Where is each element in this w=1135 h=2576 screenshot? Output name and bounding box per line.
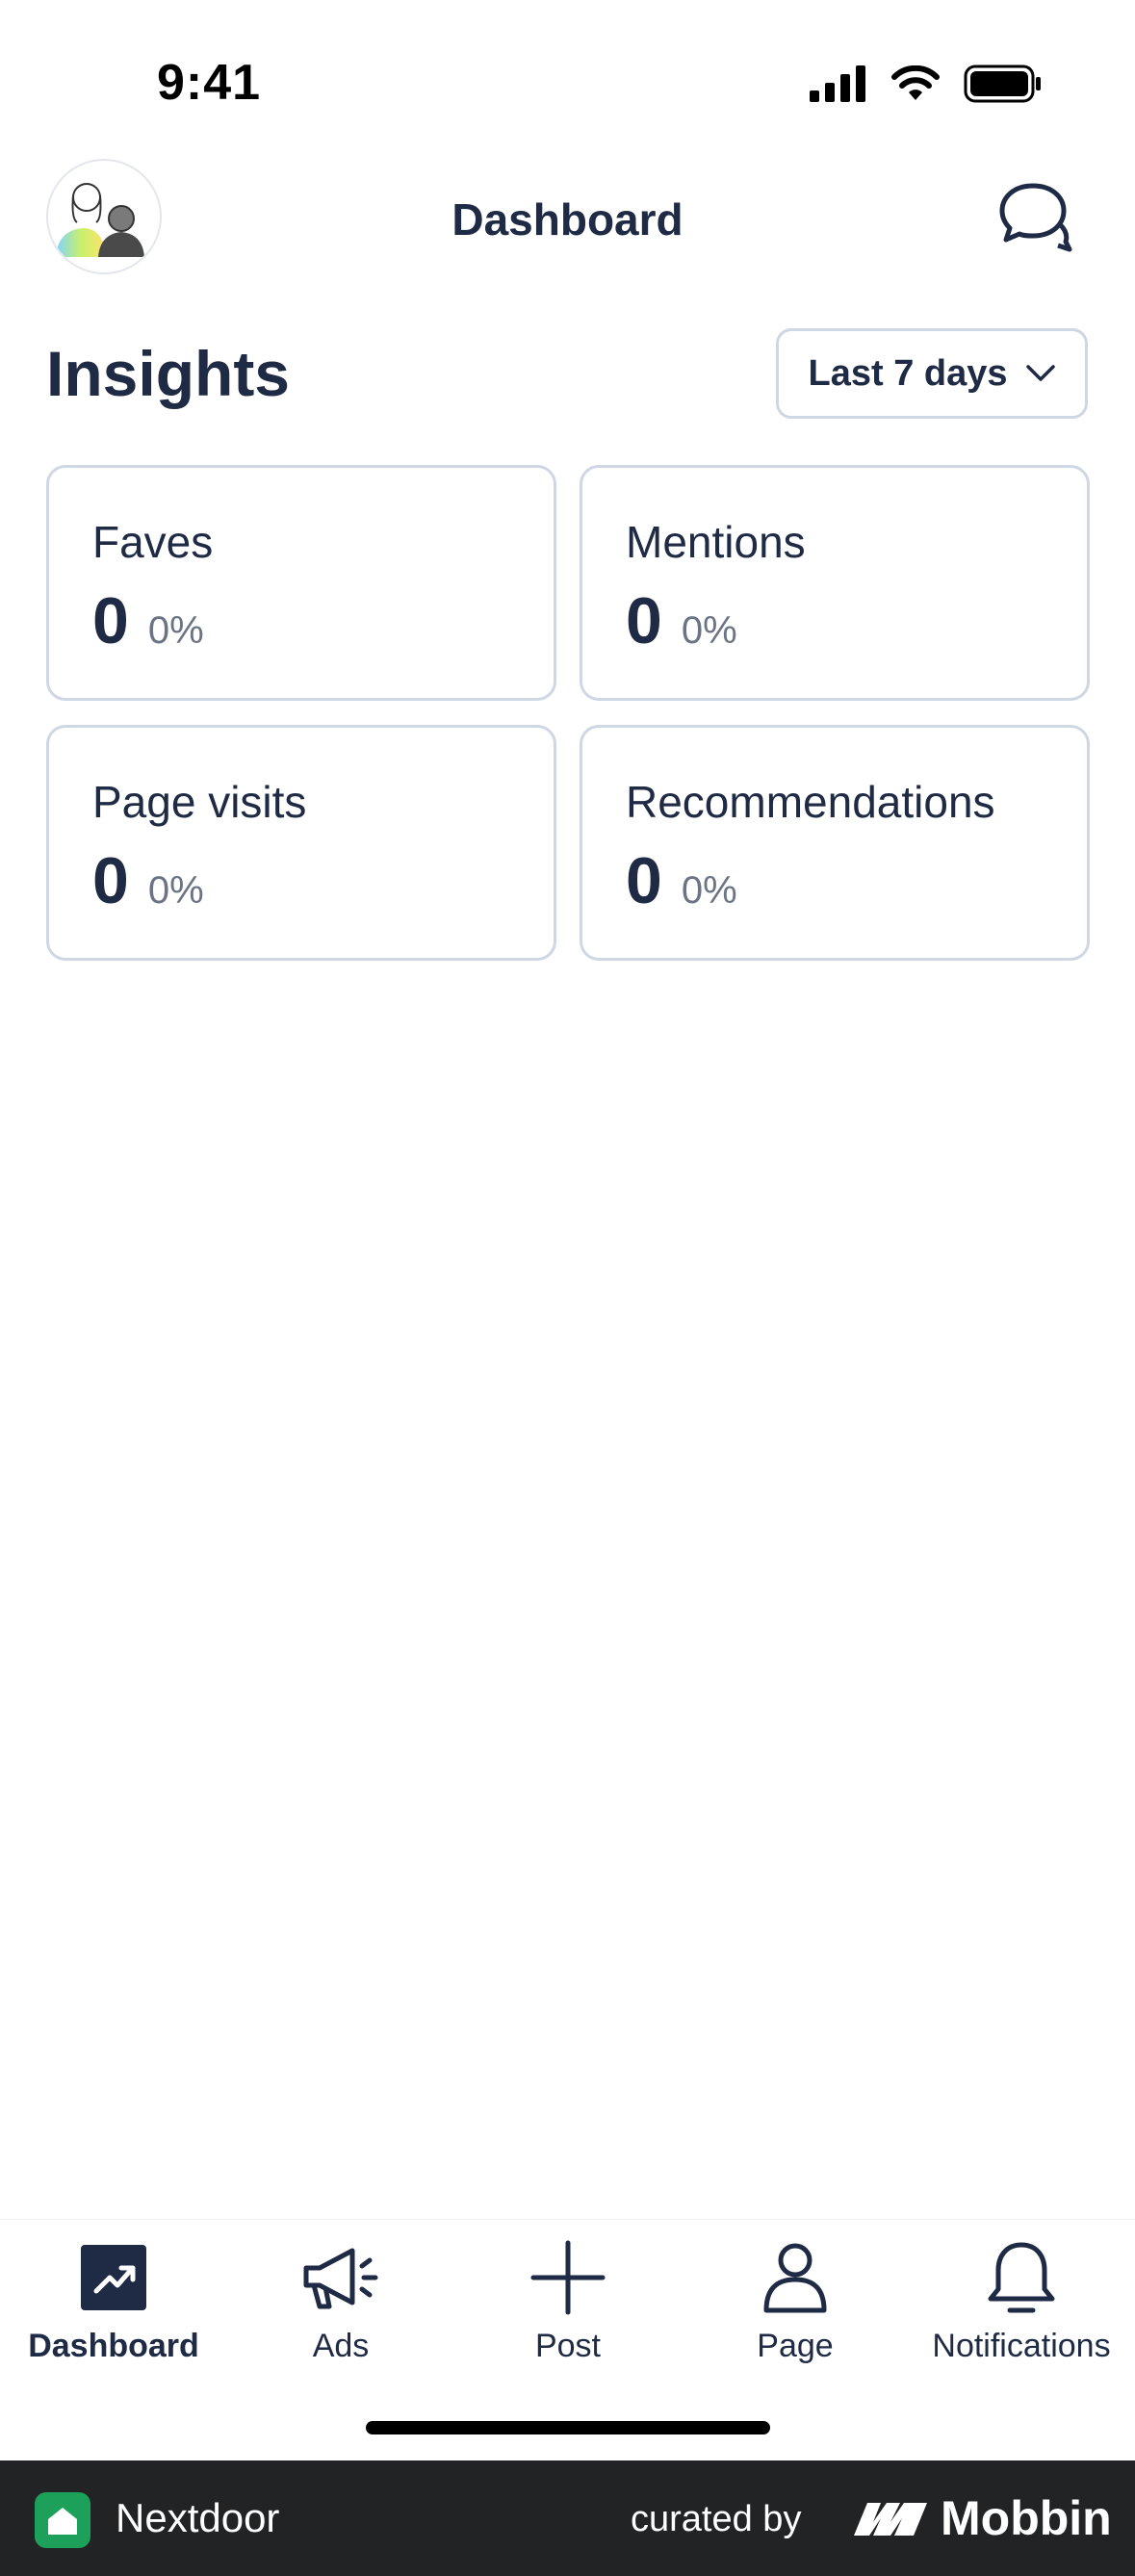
megaphone-icon [303,2248,378,2309]
insight-card-recommendations[interactable]: Recommendations 0 0% [580,725,1090,961]
insight-card-mentions[interactable]: Mentions 0 0% [580,465,1090,701]
battery-icon [964,64,1041,103]
card-change: 0% [681,609,737,652]
trending-up-icon [81,2245,146,2310]
cellular-signal-icon [810,65,865,102]
card-value: 0 [626,584,662,657]
messages-button[interactable] [996,178,1073,255]
status-bar: 9:41 [0,0,1135,164]
card-label: Mentions [626,517,806,567]
footer-app-name: Nextdoor [116,2495,280,2540]
top-nav: Dashboard [0,159,1135,284]
insight-card-page-visits[interactable]: Page visits 0 0% [46,725,556,961]
insight-card-faves[interactable]: Faves 0 0% [46,465,556,701]
wifi-icon [891,65,940,100]
tab-label: Post [534,2328,602,2364]
card-change: 0% [147,609,204,652]
date-range-label: Last 7 days [808,352,1008,394]
date-range-select[interactable]: Last 7 days [776,328,1088,419]
footer-curated-by: curated by [631,2499,802,2539]
tab-post[interactable]: Post [454,2239,682,2383]
tab-label: Dashboard [28,2328,199,2364]
mobbin-wordmark: Mobbin [941,2491,1112,2545]
card-change: 0% [681,869,737,912]
tab-label: Notifications [932,2328,1111,2364]
home-indicator [366,2421,770,2434]
card-value: 0 [626,844,662,917]
nextdoor-logo-icon [35,2492,90,2548]
tab-page[interactable]: Page [682,2239,909,2383]
footer-bar: Nextdoor curated by Mobbin [0,2460,1135,2576]
bell-icon [988,2242,1055,2313]
card-value: 0 [92,584,129,657]
status-icons [810,64,1043,104]
person-icon [763,2243,827,2313]
tab-ads[interactable]: Ads [227,2239,454,2383]
card-label: Page visits [92,777,307,827]
mobbin-logo-icon [854,2503,927,2536]
insights-heading: Insights [46,338,291,409]
card-change: 0% [147,869,204,912]
tab-label: Ads [312,2328,370,2364]
tab-notifications[interactable]: Notifications [908,2239,1135,2383]
card-value: 0 [92,844,129,917]
page-title: Dashboard [451,194,684,245]
status-time: 9:41 [157,55,262,111]
chat-bubbles-icon [999,183,1072,252]
card-label: Recommendations [626,777,995,827]
tab-label: Page [757,2328,834,2364]
card-label: Faves [92,517,214,567]
mobbin-brand: Mobbin [852,2489,1112,2547]
plus-icon [530,2240,606,2315]
chevron-down-icon [1025,365,1055,381]
tab-dashboard[interactable]: Dashboard [0,2239,227,2383]
